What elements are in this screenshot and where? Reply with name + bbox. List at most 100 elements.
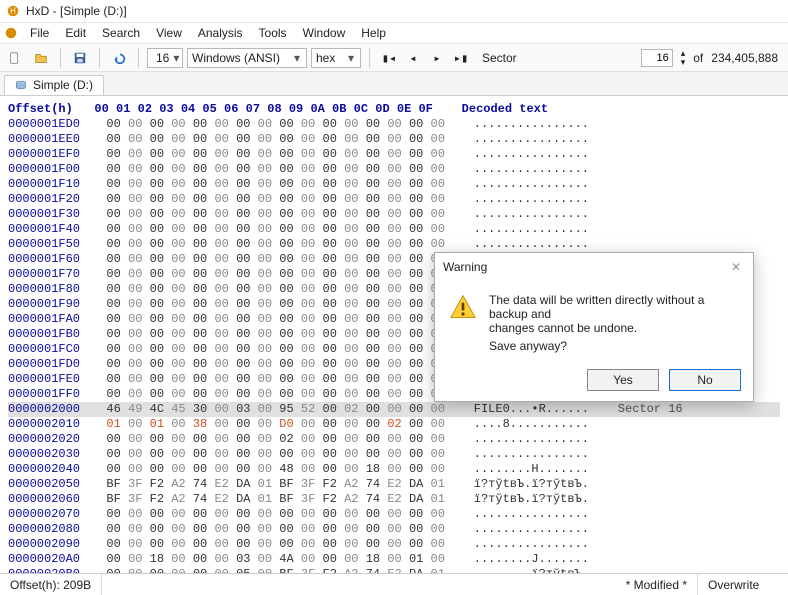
offset-cell: 0000001F70 [8, 267, 92, 282]
menu-file[interactable]: File [22, 24, 57, 42]
hex-row[interactable]: 0000001F40 00 00 00 00 00 00 00 00 00 00… [8, 222, 780, 237]
decoded-text: ї?тўtвЪ.ї?тўtвЪ. [474, 477, 589, 491]
save-button[interactable] [69, 47, 91, 69]
offset-cell: 0000001F90 [8, 297, 92, 312]
decoded-text: ........ї?тўtвЪ. [474, 567, 589, 573]
tab-simple-d[interactable]: Simple (D:) [4, 75, 104, 95]
hex-row[interactable]: 00000020A0 00 00 18 00 00 00 03 00 4A 00… [8, 552, 780, 567]
separator [369, 48, 370, 68]
spinner-icon[interactable]: ▴▾ [681, 49, 686, 67]
menu-search[interactable]: Search [94, 24, 148, 42]
sector-input[interactable] [641, 49, 673, 67]
decoded-text: ................ [474, 447, 589, 461]
status-modified: * Modified * [616, 574, 698, 595]
offset-cell: 0000001F60 [8, 252, 92, 267]
new-file-button[interactable] [4, 47, 26, 69]
decoded-text: ................ [474, 132, 589, 146]
no-button[interactable]: No [669, 369, 741, 391]
menu-tools[interactable]: Tools [251, 24, 295, 42]
decoded-text: ................ [474, 192, 589, 206]
hex-row[interactable]: 0000002030 00 00 00 00 00 00 00 00 00 00… [8, 447, 780, 462]
yes-button[interactable]: Yes [587, 369, 659, 391]
offset-cell: 0000002020 [8, 432, 92, 447]
encoding-select[interactable]: Windows (ANSI) ▾ [187, 48, 307, 68]
sector-marker: Sector 16 [618, 402, 683, 416]
offset-cell: 00000020A0 [8, 552, 92, 567]
offset-cell: 0000001FE0 [8, 372, 92, 387]
undo-button[interactable] [108, 47, 130, 69]
offset-cell: 0000002010 [8, 417, 92, 432]
hex-row[interactable]: 0000002050 BF 3F F2 A2 74 E2 DA 01 BF 3F… [8, 477, 780, 492]
disk-icon [15, 79, 27, 91]
menu-edit[interactable]: Edit [57, 24, 94, 42]
hex-row[interactable]: 0000001F30 00 00 00 00 00 00 00 00 00 00… [8, 207, 780, 222]
window-title: HxD - [Simple (D:)] [26, 4, 127, 18]
number-base-value: hex [316, 51, 335, 65]
bytes-per-row-combo[interactable]: 16 ▾ [147, 48, 183, 68]
hex-row[interactable]: 0000002090 00 00 00 00 00 00 00 00 00 00… [8, 537, 780, 552]
offset-cell: 0000001FF0 [8, 387, 92, 402]
hex-row[interactable]: 0000002060 BF 3F F2 A2 74 E2 DA 01 BF 3F… [8, 492, 780, 507]
status-offset: Offset(h): 209B [0, 574, 102, 595]
status-mode: Overwrite [698, 574, 788, 595]
offset-cell: 0000002050 [8, 477, 92, 492]
decoded-text: FILE0...•R...... [474, 402, 589, 416]
hex-row[interactable]: 0000001F50 00 00 00 00 00 00 00 00 00 00… [8, 237, 780, 252]
decoded-text: ........J....... [474, 552, 589, 566]
first-sector-button[interactable]: ▮◂ [378, 47, 400, 69]
hex-row[interactable]: 0000002010 01 00 01 00 38 00 00 00 D0 00… [8, 417, 780, 432]
close-icon[interactable]: ✕ [727, 260, 745, 274]
offset-cell: 0000001F80 [8, 282, 92, 297]
hex-row[interactable]: 0000001F20 00 00 00 00 00 00 00 00 00 00… [8, 192, 780, 207]
offset-cell: 0000002070 [8, 507, 92, 522]
offset-cell: 0000001FD0 [8, 357, 92, 372]
dialog-text: The data will be written directly withou… [489, 293, 739, 353]
hex-row[interactable]: 0000002040 00 00 00 00 00 00 00 00 48 00… [8, 462, 780, 477]
chevron-down-icon: ▾ [346, 51, 356, 65]
decoded-text: ................ [474, 507, 589, 521]
tab-label: Simple (D:) [33, 78, 93, 92]
hex-row[interactable]: 0000001F10 00 00 00 00 00 00 00 00 00 00… [8, 177, 780, 192]
decoded-text: ................ [474, 207, 589, 221]
offset-cell: 0000001F30 [8, 207, 92, 222]
sector-nav: ▮◂ ◂ ▸ ▸▮ [378, 47, 472, 69]
chevron-down-icon: ▾ [292, 51, 302, 65]
hex-row[interactable]: 0000002070 00 00 00 00 00 00 00 00 00 00… [8, 507, 780, 522]
offset-cell: 0000001ED0 [8, 117, 92, 132]
status-bar: Offset(h): 209B * Modified * Overwrite [0, 573, 788, 595]
toolbar: 16 ▾ Windows (ANSI) ▾ hex ▾ ▮◂ ◂ ▸ ▸▮ Se… [0, 44, 788, 72]
hex-row[interactable]: 0000001EE0 00 00 00 00 00 00 00 00 00 00… [8, 132, 780, 147]
offset-cell: 0000001EF0 [8, 147, 92, 162]
title-bar: H HxD - [Simple (D:)] [0, 0, 788, 22]
app-menu-icon [4, 26, 18, 40]
decoded-text: ................ [474, 222, 589, 236]
prev-sector-button[interactable]: ◂ [402, 47, 424, 69]
offset-cell: 0000002000 [8, 402, 92, 417]
warning-icon [449, 293, 477, 321]
last-sector-button[interactable]: ▸▮ [450, 47, 472, 69]
offset-cell: 0000001F10 [8, 177, 92, 192]
open-file-button[interactable] [30, 47, 52, 69]
warning-dialog: Warning ✕ The data will be written direc… [434, 252, 754, 402]
decoded-text: ........H....... [474, 462, 589, 476]
hex-row[interactable]: 0000002020 00 00 00 00 00 00 00 00 02 00… [8, 432, 780, 447]
offset-cell: 0000001FA0 [8, 312, 92, 327]
sector-label: Sector [482, 51, 517, 65]
decoded-text: ................ [474, 162, 589, 176]
hex-row[interactable]: 0000002080 00 00 00 00 00 00 00 00 00 00… [8, 522, 780, 537]
separator [60, 48, 61, 68]
menu-window[interactable]: Window [295, 24, 354, 42]
decoded-text: ................ [474, 147, 589, 161]
menu-analysis[interactable]: Analysis [190, 24, 251, 42]
hex-row[interactable]: 0000002000 46 49 4C 45 30 00 03 00 95 52… [8, 402, 780, 417]
offset-cell: 0000001EE0 [8, 132, 92, 147]
hex-row[interactable]: 0000001EF0 00 00 00 00 00 00 00 00 00 00… [8, 147, 780, 162]
hex-row[interactable]: 0000001ED0 00 00 00 00 00 00 00 00 00 00… [8, 117, 780, 132]
menu-help[interactable]: Help [353, 24, 394, 42]
offset-cell: 0000001FC0 [8, 342, 92, 357]
tab-strip: Simple (D:) [0, 72, 788, 96]
menu-view[interactable]: View [148, 24, 190, 42]
number-base-select[interactable]: hex ▾ [311, 48, 361, 68]
next-sector-button[interactable]: ▸ [426, 47, 448, 69]
hex-row[interactable]: 0000001F00 00 00 00 00 00 00 00 00 00 00… [8, 162, 780, 177]
